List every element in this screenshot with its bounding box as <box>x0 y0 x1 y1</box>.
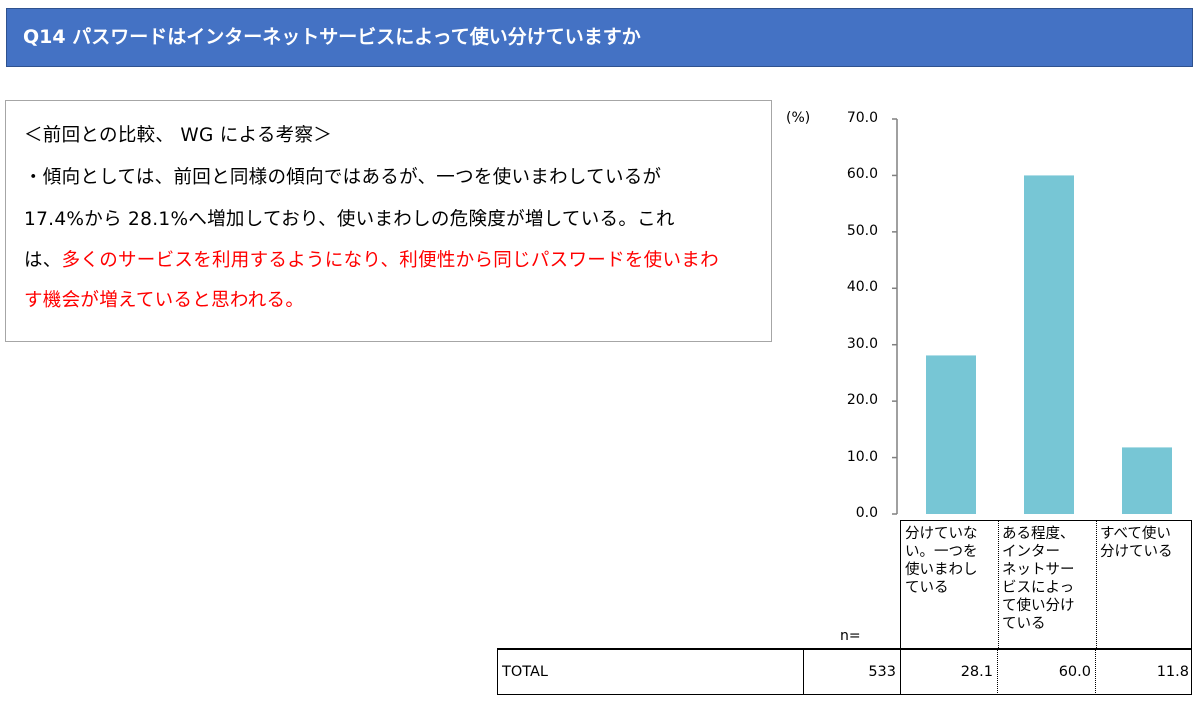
table-row: TOTAL 533 28.1 60.0 11.8 <box>497 648 1192 695</box>
bar <box>1122 447 1172 514</box>
n-value: 533 <box>804 650 901 695</box>
value-cell: 28.1 <box>901 650 998 695</box>
category-label: 分けていな い。一つを 使いまわし ている <box>905 526 978 596</box>
bar <box>926 355 976 514</box>
category-label-table: 分けていな い。一つを 使いまわし ている ある程度、 インター ネットサー ビ… <box>900 520 1192 648</box>
bar <box>1024 175 1074 514</box>
row-label: TOTAL <box>498 650 804 695</box>
category-label: ある程度、 インター ネットサー ビスによっ て使い分け ている <box>1002 526 1075 632</box>
n-label: n= <box>840 628 861 644</box>
category-label: すべて使い 分けている <box>1100 526 1173 560</box>
value-cell: 11.8 <box>1156 664 1189 680</box>
value-cell: 60.0 <box>998 650 1096 695</box>
